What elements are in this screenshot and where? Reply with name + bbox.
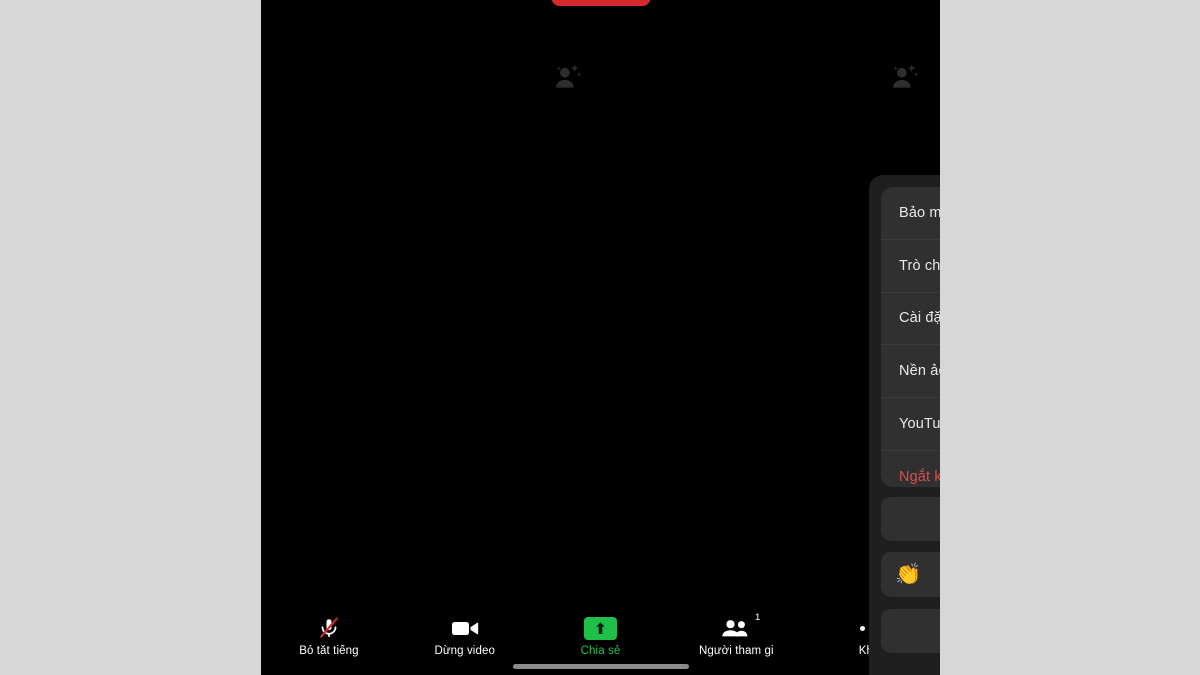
menu-item-label: Nền ảo bbox=[899, 363, 940, 380]
reaction-clap-icon[interactable]: 👏 bbox=[895, 564, 921, 585]
raise-hand-button[interactable]: ✋ Giơ tay bbox=[881, 497, 940, 541]
home-indicator bbox=[512, 664, 689, 669]
menu-item-security[interactable]: Bảo mật bbox=[881, 187, 940, 240]
video-stage[interactable] bbox=[261, 8, 940, 616]
menu-item-label: Cài đặt cuộc họp bbox=[899, 310, 940, 327]
menu-item-label: Bảo mật bbox=[899, 204, 940, 221]
add-person-sparkle-icon bbox=[550, 60, 584, 94]
share-screen-box bbox=[583, 616, 617, 640]
menu-item-label: YouTube bbox=[899, 416, 940, 433]
reactions-bar: 👏 👍 ❤️ 😂 😮 🎉 bbox=[881, 552, 940, 597]
toolbar-label: Dừng video bbox=[434, 645, 495, 657]
menu-item-chat[interactable]: Trò chuyện bbox=[881, 240, 940, 293]
menu-item-label: Ngắt kết nối âm thanh bbox=[899, 469, 940, 486]
toolbar-button-stop-video[interactable]: Dừng video bbox=[397, 615, 533, 657]
cancel-button[interactable]: Hủy bbox=[881, 609, 940, 653]
menu-item-disconnect-audio[interactable]: Ngắt kết nối âm thanh bbox=[881, 451, 940, 487]
toolbar-button-unmute[interactable]: Bỏ tắt tiếng bbox=[261, 615, 397, 657]
video-camera-icon bbox=[451, 615, 479, 641]
toolbar-label: Người tham gi bbox=[698, 645, 774, 657]
menu-item-label: Trò chuyện bbox=[899, 257, 940, 274]
share-screen-icon bbox=[583, 615, 617, 641]
reaction-thumbs-up-icon[interactable]: 👍 bbox=[937, 564, 940, 585]
screenshot-root: Bỏ tắt tiếng Dừng video Chia sẻ 1 Người … bbox=[0, 0, 1200, 675]
toolbar-button-share[interactable]: Chia sẻ bbox=[533, 615, 669, 657]
participants-count-badge: 1 bbox=[754, 612, 761, 623]
menu-item-virtual-background[interactable]: Nền ảo bbox=[881, 345, 940, 399]
toolbar-button-participants[interactable]: 1 Người tham gi bbox=[668, 612, 804, 657]
menu-item-meeting-settings[interactable]: Cài đặt cuộc họp bbox=[881, 293, 940, 346]
phone-screen: Bỏ tắt tiếng Dừng video Chia sẻ 1 Người … bbox=[261, 0, 940, 675]
add-person-sparkle-icon bbox=[887, 60, 921, 94]
more-options-action-sheet: Bảo mật Trò chuyện bbox=[869, 175, 940, 675]
recording-indicator[interactable] bbox=[551, 0, 650, 6]
toolbar-label: Bỏ tắt tiếng bbox=[299, 645, 359, 657]
menu-item-youtube[interactable]: YouTube bbox=[881, 398, 940, 451]
participants-icon: 1 bbox=[721, 612, 760, 641]
more-options-menu-card: Bảo mật Trò chuyện bbox=[881, 187, 940, 487]
toolbar-label: Chia sẻ bbox=[580, 645, 621, 657]
mic-off-icon bbox=[317, 615, 341, 641]
